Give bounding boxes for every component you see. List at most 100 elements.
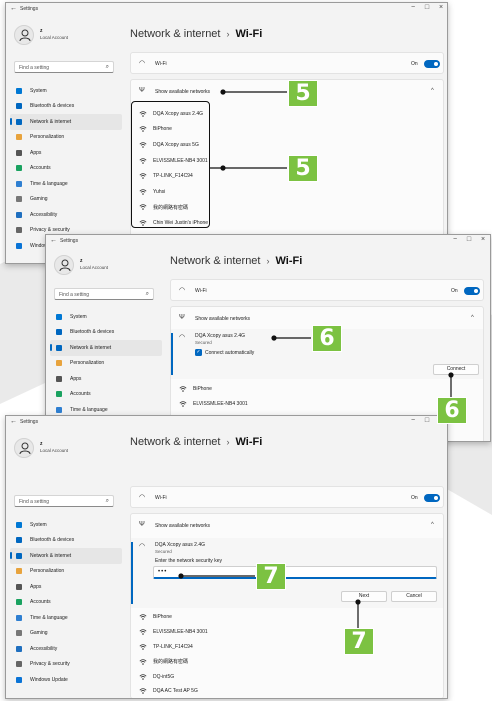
breadcrumb-parent[interactable]: Network & internet [130, 28, 220, 40]
security-key-input[interactable]: ••• [153, 566, 437, 579]
update-icon [16, 676, 22, 683]
wifi-toggle[interactable] [424, 60, 440, 68]
sidebar-item[interactable]: Apps [50, 371, 162, 387]
sidebar-item[interactable]: Personalization [10, 564, 122, 580]
sidebar-item-label: Personalization [30, 568, 65, 575]
sidebar-item[interactable]: Personalization [50, 356, 162, 372]
wifi-lock-icon [179, 385, 187, 392]
next-button[interactable]: Next [341, 591, 387, 602]
network-list-item[interactable]: ELVISSMLEE-NB4 3001 [179, 397, 248, 413]
brush-icon [56, 360, 62, 367]
minimize-button[interactable]: − [448, 236, 462, 243]
sidebar-item[interactable]: Network & internet [50, 340, 162, 356]
sidebar-item-label: System [70, 313, 87, 320]
wifi-lock-icon [179, 401, 187, 408]
chevron-up-icon[interactable]: ^ [431, 522, 434, 528]
back-arrow-icon[interactable]: ← [10, 5, 17, 12]
search-icon: ⌕ [105, 64, 109, 70]
connect-automatically-checkbox[interactable]: ✓ [195, 349, 202, 356]
chevron-up-icon[interactable]: ^ [471, 315, 474, 321]
sidebar-item-label: Privacy & security [30, 661, 70, 668]
sidebar-item[interactable]: System [50, 309, 162, 325]
sidebar-item[interactable]: Time & language [10, 176, 122, 192]
chevron-up-icon[interactable]: ^ [431, 88, 434, 94]
sidebar-item[interactable]: Privacy & security [10, 657, 122, 673]
network-list-item[interactable]: TP-LINK_F14C94 [139, 640, 193, 655]
sidebar-item-label: Windows Update [30, 676, 68, 683]
sidebar-item[interactable]: Network & internet [10, 548, 122, 564]
sidebar-item[interactable]: Accounts [50, 387, 162, 403]
maximize-button[interactable]: □ [420, 4, 434, 11]
selected-network-name: DQA Xcopy asus 2.4G [195, 333, 246, 339]
sidebar-item[interactable]: Personalization [10, 130, 122, 146]
sidebar-item[interactable]: System [10, 83, 122, 99]
sidebar-item[interactable]: Apps [10, 145, 122, 161]
person-icon [59, 259, 71, 272]
back-arrow-icon[interactable]: ← [10, 418, 17, 425]
back-arrow-icon[interactable]: ← [50, 237, 57, 244]
wifi-toggle[interactable] [464, 287, 480, 295]
minimize-button[interactable]: − [406, 417, 420, 424]
apps-icon [16, 583, 22, 590]
sidebar-item[interactable]: Gaming [10, 626, 122, 642]
bluetooth-icon [16, 103, 22, 110]
breadcrumb-parent[interactable]: Network & internet [170, 255, 260, 267]
connect-button[interactable]: Connect [433, 364, 479, 375]
network-name: BiPhone [193, 385, 212, 392]
show-available-networks[interactable]: Show available networks [195, 316, 250, 322]
sidebar-item[interactable]: System [10, 517, 122, 533]
apps-icon [56, 375, 62, 382]
globe-clock-icon [16, 180, 22, 187]
step-6-callout: 6 [437, 397, 467, 424]
profile-account-type: Local Account [40, 35, 69, 40]
show-available-networks[interactable]: Show available networks [155, 523, 210, 529]
profile-name: z [40, 441, 43, 447]
brush-icon [16, 134, 22, 141]
maximize-button[interactable]: □ [462, 236, 476, 243]
show-available-networks[interactable]: Show available networks [155, 89, 210, 95]
sidebar-item[interactable]: Bluetooth & devices [10, 99, 122, 115]
sidebar-item[interactable]: Apps [10, 579, 122, 595]
person-icon [16, 165, 22, 172]
network-list-item[interactable]: DQA AC Test AP 5G [139, 684, 198, 698]
wifi-icon [56, 344, 62, 351]
wifi-state: On [411, 495, 418, 501]
sidebar-item-label: Apps [30, 149, 42, 156]
network-list-item[interactable]: DQ-int5G [139, 669, 174, 684]
minimize-button[interactable]: − [406, 4, 420, 11]
settings-window-step5: ← Settings − □ × z Local Account Find a … [5, 2, 448, 264]
network-list-item[interactable]: ELVISSMLEE-NB4 3001 [139, 625, 208, 640]
wifi-toggle[interactable] [424, 494, 440, 502]
sidebar-item-label: Accessibility [30, 645, 58, 652]
title-bar: ← Settings − □ × [6, 416, 447, 430]
network-list-item[interactable]: BiPhone [139, 610, 172, 625]
close-button[interactable]: × [476, 236, 490, 243]
sidebar-item[interactable]: Accessibility [10, 207, 122, 223]
sidebar-item[interactable]: Bluetooth & devices [10, 533, 122, 549]
maximize-button[interactable]: □ [420, 417, 434, 424]
title-bar: ← Settings − □ × [6, 3, 447, 17]
selected-network-status: Secured [195, 340, 212, 345]
sidebar-item[interactable]: Network & internet [10, 114, 122, 130]
sidebar-item[interactable]: Time & language [10, 610, 122, 626]
wifi-state: On [451, 288, 458, 294]
sidebar-item-label: Bluetooth & devices [30, 103, 75, 110]
sidebar-item[interactable]: Bluetooth & devices [50, 325, 162, 341]
network-list-item[interactable]: 我的網路有密碼 [139, 654, 188, 669]
search-placeholder: Find a setting [59, 292, 90, 298]
sidebar-item[interactable]: Windows Update [10, 672, 122, 688]
close-button[interactable]: × [434, 4, 447, 11]
sidebar-item[interactable]: Accounts [10, 161, 122, 177]
breadcrumb-parent[interactable]: Network & internet [130, 436, 220, 448]
search-input[interactable]: Find a setting ⌕ [54, 288, 154, 300]
sidebar-item[interactable]: Accounts [10, 595, 122, 611]
wifi-lock-icon [139, 629, 147, 635]
sidebar-item[interactable]: Accessibility [10, 641, 122, 657]
sidebar-item[interactable]: Gaming [10, 192, 122, 208]
title-bar: ← Settings − □ × [46, 235, 490, 249]
accessibility-icon [16, 645, 22, 652]
network-list-item[interactable]: BiPhone [179, 381, 212, 397]
search-input[interactable]: Find a setting ⌕ [14, 61, 114, 73]
cancel-button[interactable]: Cancel [391, 591, 437, 602]
search-input[interactable]: Find a setting ⌕ [14, 495, 114, 507]
